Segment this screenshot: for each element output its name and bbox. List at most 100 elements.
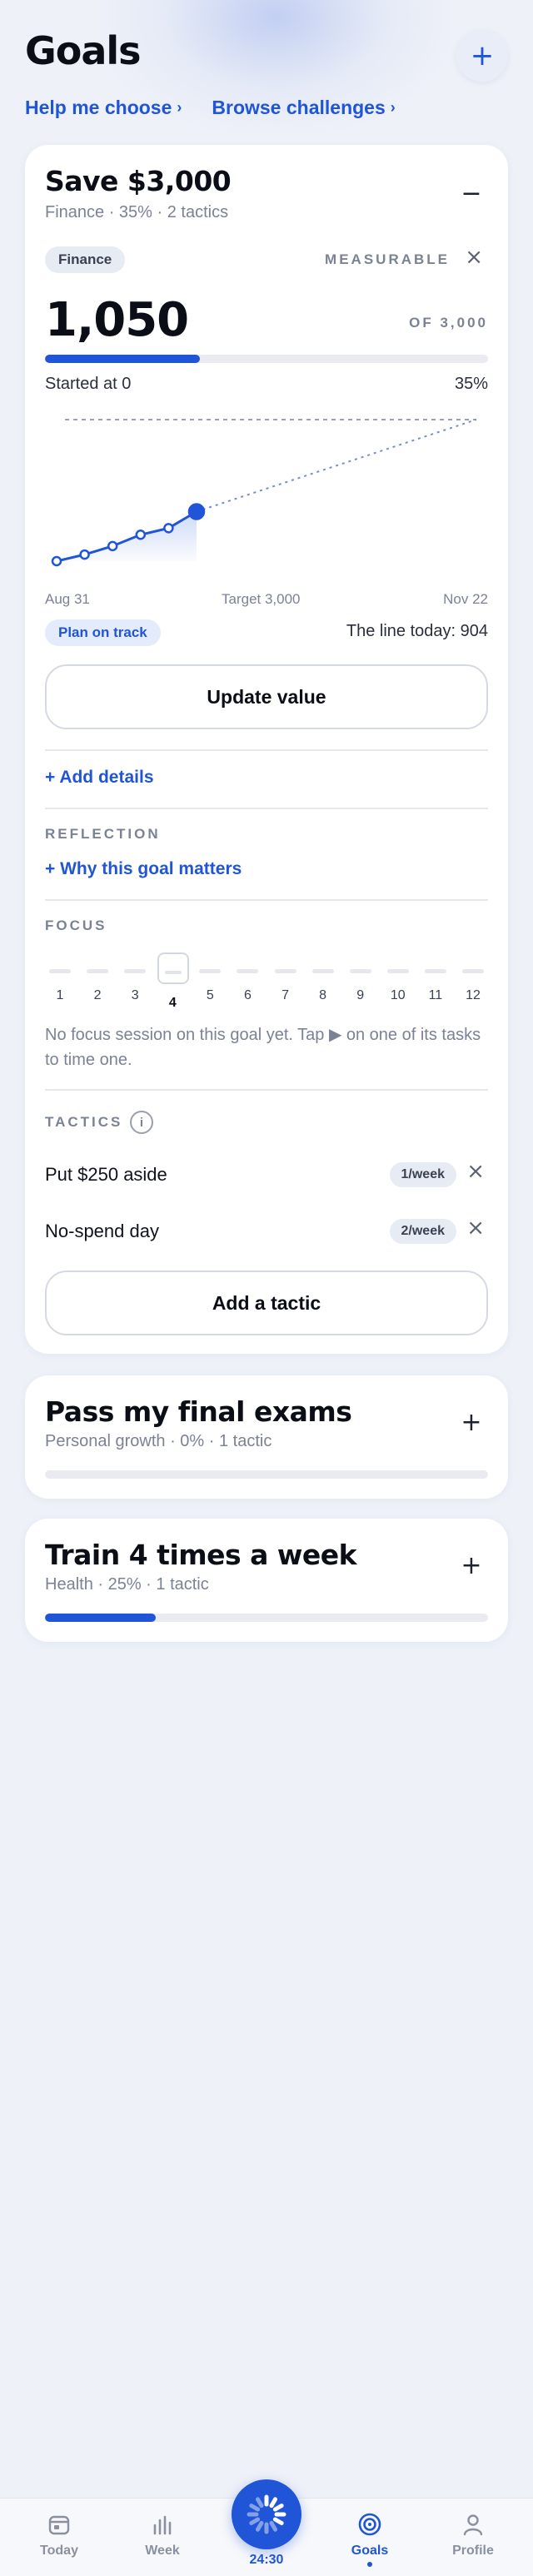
collapse-button[interactable]: − xyxy=(455,177,488,210)
focus-week-marker xyxy=(124,969,147,973)
goal-subtitle: Finance · 35% · 2 tactics xyxy=(45,203,229,221)
category-tag[interactable]: Finance xyxy=(45,246,126,273)
expand-button[interactable]: + xyxy=(455,1549,488,1582)
focus-week-marker xyxy=(274,969,296,973)
focus-week[interactable]: 5 xyxy=(195,969,225,1003)
focus-week-number: 2 xyxy=(93,988,102,1002)
goal-card-train[interactable]: Train 4 times a week Health · 25% · 1 ta… xyxy=(25,1519,508,1642)
focus-week[interactable]: 12 xyxy=(458,969,488,1003)
tab-label: Profile xyxy=(452,2544,494,2558)
goal-subtitle: Health · 25% · 1 tactic xyxy=(45,1575,209,1594)
progress-area xyxy=(57,511,197,561)
chart-start-date: Aug 31 xyxy=(45,591,90,607)
timer-tick xyxy=(269,2497,277,2509)
focus-week-number: 9 xyxy=(356,988,365,1002)
why-goal-matters-link[interactable]: + Why this goal matters xyxy=(45,859,242,879)
tab-goals[interactable]: Goals xyxy=(332,2510,407,2567)
tactic-name[interactable]: Put $250 aside xyxy=(45,1164,167,1186)
target-label: OF 3,000 xyxy=(409,315,488,331)
goal-card-exams[interactable]: Pass my final exams Personal growth · 0%… xyxy=(25,1375,508,1499)
timer-label: 24:30 xyxy=(249,2553,284,2567)
timer-dial-icon xyxy=(247,2494,286,2534)
timer-tick xyxy=(269,2520,277,2532)
person-icon xyxy=(436,2510,511,2539)
focus-week-number: 4 xyxy=(168,996,177,1010)
data-point xyxy=(79,549,90,560)
focus-week-number: 11 xyxy=(428,988,443,1002)
data-point xyxy=(107,540,118,552)
focus-empty-note: No focus session on this goal yet. Tap ▶… xyxy=(45,1026,481,1069)
focus-week-marker xyxy=(386,969,409,973)
focus-heading: FOCUS xyxy=(45,918,107,933)
remove-measurable-button[interactable]: × xyxy=(465,245,483,270)
goal-progress-bar xyxy=(45,1614,488,1622)
chart-end-date: Nov 22 xyxy=(443,591,488,607)
remove-tactic-button[interactable]: × xyxy=(466,1159,485,1184)
help-me-choose-label: Help me choose xyxy=(25,97,172,118)
divider xyxy=(45,808,488,809)
tab-label: Today xyxy=(40,2544,78,2558)
browse-challenges-label: Browse challenges xyxy=(212,97,386,118)
add-tactic-button[interactable]: Add a tactic xyxy=(45,1271,488,1335)
tactic-frequency-badge[interactable]: 1/week xyxy=(389,1162,456,1187)
focus-week-number: 7 xyxy=(281,988,289,1002)
divider xyxy=(45,1089,488,1091)
goal-title: Train 4 times a week xyxy=(45,1539,357,1571)
focus-week[interactable]: 4 xyxy=(157,952,190,1011)
focus-week[interactable]: 1 xyxy=(45,969,75,1003)
focus-week-number: 3 xyxy=(131,988,139,1002)
tab-profile[interactable]: Profile xyxy=(436,2510,511,2559)
progress-percent: 35% xyxy=(454,375,488,393)
remove-tactic-button[interactable]: × xyxy=(466,1216,485,1241)
bar-chart-icon xyxy=(125,2510,200,2539)
tactic-name[interactable]: No-spend day xyxy=(45,1221,159,1242)
focus-week[interactable]: 11 xyxy=(421,969,451,1003)
tab-label: Goals xyxy=(351,2544,389,2558)
goal-progress-fill xyxy=(45,355,201,363)
divider xyxy=(45,749,488,751)
focus-week[interactable]: 7 xyxy=(271,969,301,1003)
focus-timer-button[interactable] xyxy=(232,2479,301,2549)
tab-week[interactable]: Week xyxy=(125,2510,200,2559)
timer-tick xyxy=(272,2504,284,2512)
focus-week[interactable]: 6 xyxy=(232,969,262,1003)
data-point xyxy=(135,530,147,540)
browse-challenges-link[interactable]: Browse challenges › xyxy=(212,97,395,119)
focus-week[interactable]: 9 xyxy=(346,969,376,1003)
data-point xyxy=(51,555,62,567)
focus-week[interactable]: 3 xyxy=(120,969,150,1003)
info-icon[interactable]: i xyxy=(130,1111,153,1134)
focus-week-marker xyxy=(462,969,484,973)
active-tab-indicator xyxy=(367,2562,372,2567)
chevron-right-icon: › xyxy=(390,99,396,116)
help-me-choose-link[interactable]: Help me choose › xyxy=(25,97,182,119)
timer-tick xyxy=(272,2517,284,2525)
tactic-frequency-badge[interactable]: 2/week xyxy=(389,1219,456,1244)
focus-week-marker xyxy=(349,969,371,973)
tab-today[interactable]: Today xyxy=(22,2510,97,2559)
chart-target-label: Target 3,000 xyxy=(222,591,301,607)
timer-tick xyxy=(256,2520,264,2532)
add-details-link[interactable]: + Add details xyxy=(45,768,154,788)
goal-progress-bar xyxy=(45,355,488,363)
header-links: Help me choose › Browse challenges › xyxy=(25,97,396,119)
started-at-label: Started at 0 xyxy=(45,375,132,393)
update-value-button[interactable]: Update value xyxy=(45,664,488,729)
focus-week[interactable]: 8 xyxy=(308,969,338,1003)
tab-label: Week xyxy=(145,2544,180,2558)
focus-week[interactable]: 10 xyxy=(383,969,413,1003)
expand-button[interactable]: + xyxy=(455,1405,488,1439)
focus-current-week-marker xyxy=(157,952,190,984)
focus-week[interactable]: 2 xyxy=(82,969,112,1003)
focus-week-number: 10 xyxy=(390,988,406,1002)
projection-line xyxy=(196,419,477,513)
page-title: Goals xyxy=(25,28,142,73)
goal-subtitle: Personal growth · 0% · 1 tactic xyxy=(45,1432,272,1450)
add-goal-button[interactable]: + xyxy=(456,30,508,82)
reflection-heading: REFLECTION xyxy=(45,826,161,842)
current-value: 1,050 xyxy=(45,293,189,347)
timer-tick xyxy=(249,2504,261,2512)
focus-week-number: 6 xyxy=(244,988,252,1002)
goal-progress-bar xyxy=(45,1470,488,1479)
line-today-label: The line today: 904 xyxy=(346,622,488,640)
